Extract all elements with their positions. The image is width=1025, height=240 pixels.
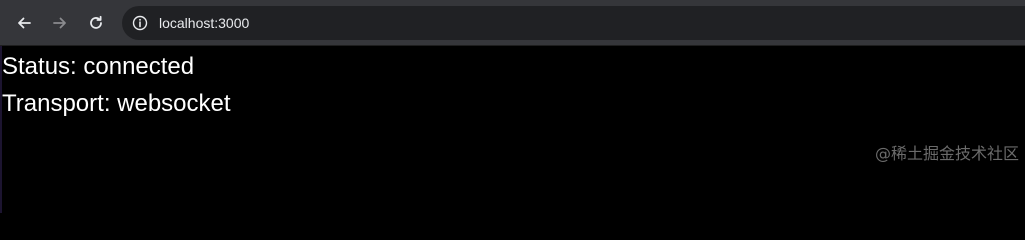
address-bar[interactable]: localhost:3000 (122, 6, 1025, 40)
page-content: Status: connected Transport: websocket (0, 46, 1025, 213)
watermark-text: @稀土掘金技术社区 (874, 144, 1019, 163)
back-button[interactable] (10, 9, 38, 37)
url-text[interactable]: localhost:3000 (159, 15, 249, 31)
browser-toolbar: localhost:3000 (0, 0, 1025, 46)
window-edge (0, 46, 2, 213)
transport-text: Transport: websocket (2, 90, 231, 117)
arrow-left-icon (18, 17, 31, 29)
reload-button[interactable] (82, 9, 110, 37)
arrow-right-icon (53, 17, 66, 29)
forward-button[interactable] (46, 9, 74, 37)
reload-icon (90, 15, 102, 29)
info-icon (132, 15, 148, 31)
site-info-button[interactable] (130, 13, 150, 33)
status-text: Status: connected (2, 53, 195, 80)
